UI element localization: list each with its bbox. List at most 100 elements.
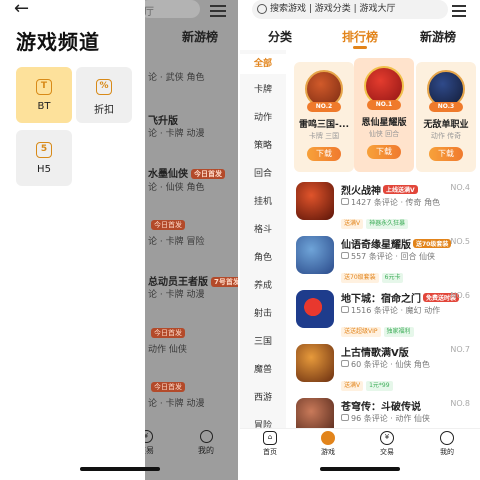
category-item[interactable]: 回合: [240, 166, 286, 179]
home-indicator: [80, 467, 160, 471]
channel-label: BT: [37, 101, 51, 112]
category-item-all[interactable]: 全部: [240, 54, 286, 74]
ranking-row[interactable]: 烈火战神 上线送满V NO.4 1427 条评论 · 传奇 角色 送满V 神器永久狂…: [296, 182, 480, 232]
channel-discount[interactable]: % 折扣: [76, 67, 132, 123]
comment-icon: [341, 360, 349, 367]
podium-rank-3[interactable]: NO.3 无敌单职业 动作 传奇 下载: [416, 62, 476, 172]
comment-icon: [341, 414, 349, 421]
search-input[interactable]: 搜索游戏 | 游戏分类 | 游戏大厅: [252, 0, 448, 19]
game-icon: [296, 236, 334, 274]
game-icon: [296, 182, 334, 220]
tag: 送满V: [341, 381, 364, 391]
rank-badge: NO.2: [307, 102, 341, 112]
search-placeholder: 搜索游戏 | 游戏分类 | 游戏大厅: [270, 4, 396, 14]
bg-tag: 今日首发: [151, 220, 185, 230]
search-icon: [257, 4, 267, 14]
podium-rank-1[interactable]: NO.1 恩仙星耀版 仙侠 回合 下载: [354, 58, 414, 172]
game-meta: 96 条评论 · 动作 仙侠: [341, 413, 430, 424]
tag-list: 送送超级VIP 独家福利: [341, 318, 417, 337]
tag: 1元*99: [366, 381, 393, 391]
category-item[interactable]: 西游: [240, 390, 286, 403]
bg-tag: 今日首发: [151, 328, 185, 338]
game-name: 上古情歌满V版: [341, 348, 409, 359]
left-phone-screen: 厅 新游榜 论 · 武侠 角色 飞升版 论 · 卡牌 动漫 水墨仙侠 今日首发 论…: [0, 0, 238, 480]
ranking-row[interactable]: 上古情歌满V版 NO.7 60 条评论 · 仙侠 角色 送满V 1元*99: [296, 344, 480, 394]
home-icon: ⌂: [263, 431, 277, 445]
tag: 神器永久狂暴: [366, 219, 409, 229]
channel-h5[interactable]: 5 H5: [16, 130, 72, 186]
category-sidebar: 全部 卡牌 动作 策略 回合 挂机 格斗 角色 养成 射击 三国 魔兽 西游 冒…: [240, 50, 286, 431]
gamepad-icon: [321, 431, 335, 445]
bg-nav-mine: 我的: [198, 430, 214, 456]
bg-menu-icon: [210, 2, 226, 20]
game-channel-drawer: ← 游戏频道 T BT % 折扣 5 H5: [0, 0, 145, 480]
category-item[interactable]: 策略: [240, 138, 286, 151]
game-meta: 1427 条评论 · 传奇 角色: [341, 197, 440, 208]
tag-list: 送70级套装 6元卡: [341, 264, 406, 283]
rank-number: NO.8: [450, 399, 470, 408]
tag: 送送超级VIP: [341, 327, 381, 337]
comment-icon: [341, 252, 349, 259]
ranking-row[interactable]: 地下城：宿命之门 免费送时装 NO.6 1516 条评论 · 魔幻 动作 送送超级…: [296, 290, 480, 340]
bg-line: 论 · 卡牌 动漫: [148, 399, 205, 409]
category-item[interactable]: 魔兽: [240, 362, 286, 375]
category-item[interactable]: 角色: [240, 250, 286, 263]
user-icon: [440, 431, 454, 445]
comment-icon: [341, 198, 349, 205]
bg-line: 动作 仙侠: [148, 345, 187, 355]
download-button[interactable]: 下载: [307, 147, 341, 161]
active-tab-indicator: [353, 46, 367, 49]
tag: 独家福利: [383, 327, 414, 337]
bg-search-text: 厅: [144, 7, 154, 18]
tag: 送70级套装: [341, 273, 379, 283]
category-item[interactable]: 卡牌: [240, 82, 286, 95]
bg-line: 论 · 卡牌 动漫: [148, 290, 205, 300]
game-name: 苍穹传：斗破传说: [341, 402, 421, 413]
bg-tag: 今日首发: [191, 169, 225, 179]
drawer-title: 游戏频道: [16, 30, 100, 54]
game-name: 地下城：宿命之门 免费送时装: [341, 290, 460, 305]
category-item[interactable]: 三国: [240, 334, 286, 347]
right-phone-screen: 搜索游戏 | 游戏分类 | 游戏大厅 分类 排行榜 新游榜 全部 卡牌 动作 策…: [240, 0, 480, 480]
channel-label: 折扣: [94, 105, 114, 116]
nav-mine[interactable]: 我的: [432, 431, 462, 457]
download-button[interactable]: 下载: [429, 147, 463, 161]
ranking-row[interactable]: 仙语奇缘星耀版 送70级套装 NO.5 557 条评论 · 回合 仙侠 送70级套…: [296, 236, 480, 286]
menu-icon[interactable]: [452, 3, 466, 20]
bg-line: 论 · 卡牌 动漫: [148, 129, 205, 139]
home-indicator: [320, 467, 400, 471]
category-item[interactable]: 动作: [240, 110, 286, 123]
game-meta: 557 条评论 · 回合 仙侠: [341, 251, 435, 262]
t-square-icon: T: [36, 79, 52, 95]
download-button[interactable]: 下载: [367, 145, 401, 159]
bg-search-bar: 厅: [140, 0, 200, 18]
rank-number: NO.4: [450, 183, 470, 192]
tag-list: 送满V 1元*99: [341, 372, 396, 391]
nav-games[interactable]: 游戏: [313, 431, 343, 457]
channel-bt[interactable]: T BT: [16, 67, 72, 123]
game-icon: [296, 344, 334, 382]
tab-new-games[interactable]: 新游榜: [420, 28, 456, 45]
game-name: 恩仙星耀版: [361, 118, 407, 128]
bg-line: 论 · 卡牌 冒险: [148, 237, 205, 247]
category-item[interactable]: 挂机: [240, 194, 286, 207]
promo-badge: 上线送满V: [383, 185, 418, 194]
game-meta: 60 条评论 · 仙侠 角色: [341, 359, 430, 370]
nav-trade[interactable]: ¥ 交易: [372, 431, 402, 457]
bottom-navigation: ⌂ 首页 游戏 ¥ 交易 我的: [240, 428, 480, 458]
tab-category[interactable]: 分类: [268, 28, 292, 45]
bg-tab-new-games: 新游榜: [182, 30, 219, 44]
nav-home[interactable]: ⌂ 首页: [255, 431, 285, 457]
podium-rank-2[interactable]: NO.2 雷鸣三国-... 卡牌 三国 下载: [294, 62, 354, 172]
back-arrow-icon[interactable]: ←: [14, 0, 29, 19]
tag-list: 送满V 神器永久狂暴: [341, 210, 411, 229]
category-item[interactable]: 射击: [240, 306, 286, 319]
bg-line: 水墨仙侠 今日首发: [148, 165, 225, 180]
tab-ranking[interactable]: 排行榜: [342, 28, 378, 45]
rank-badge: NO.3: [429, 102, 463, 112]
bg-line: 论 · 仙侠 角色: [148, 183, 205, 193]
bg-line: 今日首发: [148, 220, 185, 231]
category-item[interactable]: 养成: [240, 278, 286, 291]
category-item[interactable]: 格斗: [240, 222, 286, 235]
channel-label: H5: [37, 164, 51, 175]
